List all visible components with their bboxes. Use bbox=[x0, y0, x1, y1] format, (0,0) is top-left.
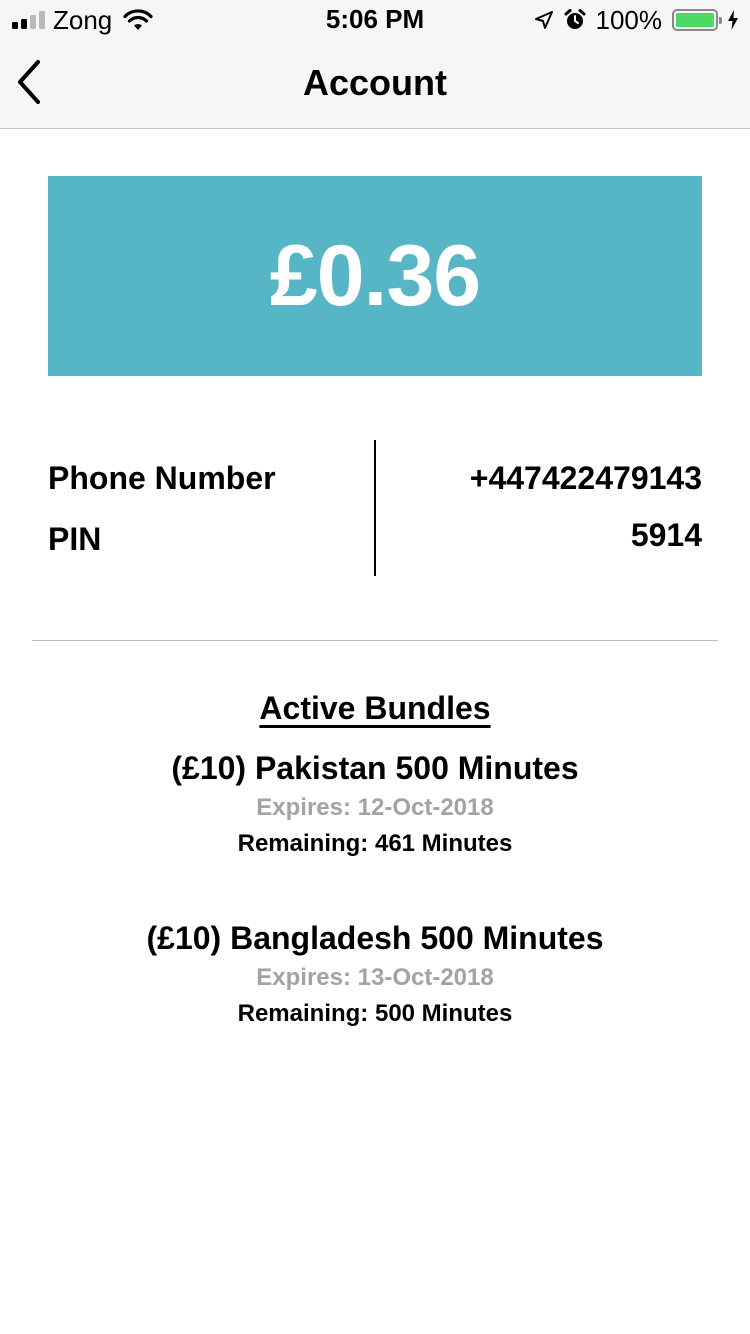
phone-number-value: +447422479143 bbox=[469, 460, 702, 496]
navigation-bar: Account bbox=[0, 40, 750, 129]
status-right: 100% bbox=[534, 4, 738, 35]
active-bundles-heading: Active Bundles bbox=[259, 690, 491, 726]
phone-number-label: Phone Number bbox=[48, 460, 276, 496]
bundle-item: (£10) Pakistan 500 Minutes Expires: 12-O… bbox=[0, 748, 750, 862]
alarm-clock-icon bbox=[564, 9, 585, 29]
info-divider bbox=[374, 440, 376, 576]
charging-bolt-icon bbox=[728, 10, 738, 30]
bundle-item: (£10) Bangladesh 500 Minutes Expires: 13… bbox=[0, 918, 750, 1032]
bundle-name: (£10) Bangladesh 500 Minutes bbox=[146, 920, 604, 956]
balance-amount: £0.36 bbox=[269, 227, 481, 324]
battery-percent: 100% bbox=[595, 4, 663, 35]
section-divider bbox=[32, 640, 718, 641]
bundle-name: (£10) Pakistan 500 Minutes bbox=[171, 750, 579, 786]
balance-card: £0.36 bbox=[48, 176, 702, 376]
location-arrow-icon bbox=[534, 11, 553, 29]
status-bar: Zong 5:06 PM 100% bbox=[0, 0, 750, 40]
page-title: Account bbox=[303, 62, 447, 103]
pin-value: 5914 bbox=[630, 517, 702, 553]
pin-label: PIN bbox=[48, 521, 102, 557]
bundle-remaining: Remaining: 461 Minutes bbox=[237, 830, 513, 857]
account-screen: Zong 5:06 PM 100% Account £0.36 Phone Nu… bbox=[0, 0, 750, 1334]
bundle-remaining: Remaining: 500 Minutes bbox=[237, 1000, 513, 1027]
bundle-expiry: Expires: 12-Oct-2018 bbox=[256, 794, 494, 821]
battery-icon bbox=[672, 9, 722, 31]
bundle-expiry: Expires: 13-Oct-2018 bbox=[256, 964, 494, 991]
